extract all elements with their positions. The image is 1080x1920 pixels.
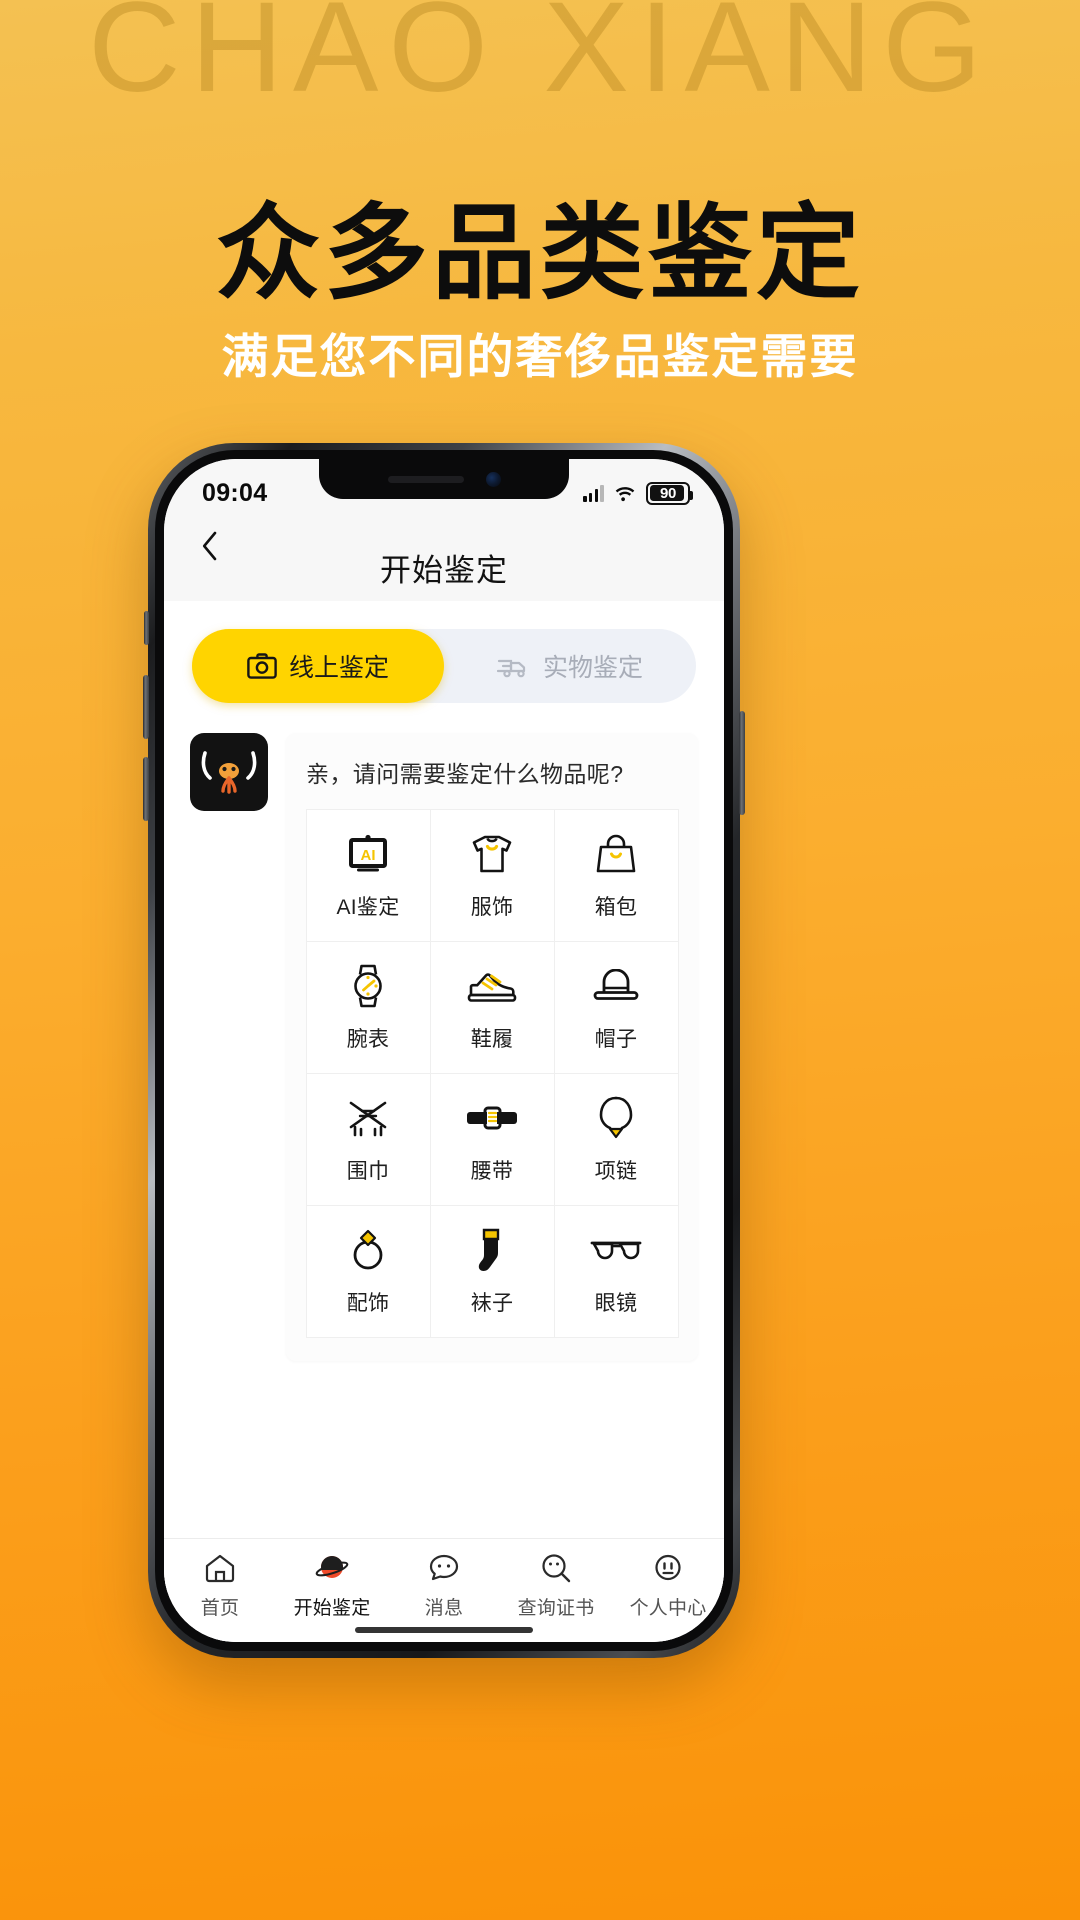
- wifi-icon: [613, 484, 637, 502]
- earpiece-speaker: [387, 475, 464, 483]
- profile-icon: [652, 1550, 684, 1586]
- tab-start-appraisal[interactable]: 开始鉴定: [276, 1550, 388, 1620]
- battery-icon: 90: [646, 481, 693, 505]
- appraisal-mode-segmented-control: 线上鉴定 实物鉴定: [192, 629, 696, 703]
- tab-label: 个人中心: [629, 1598, 707, 1619]
- page-content: 线上鉴定 实物鉴定 亲，请问需要鉴定什么物品呢? AI AI鉴定 服饰 箱包 腕…: [164, 601, 724, 1642]
- tab-home[interactable]: 首页: [164, 1550, 276, 1620]
- certificate-icon: [540, 1550, 572, 1586]
- promo-subheadline: 满足您不同的奢侈品鉴定需要: [221, 330, 859, 383]
- tab-label: 开始鉴定: [293, 1598, 371, 1619]
- status-time: 09:04: [202, 478, 268, 507]
- tab-online-appraisal-label: 线上鉴定: [288, 654, 389, 682]
- sneaker-icon: [463, 961, 521, 1011]
- tab-physical-appraisal-label: 实物鉴定: [542, 654, 643, 682]
- category-glasses[interactable]: 眼镜: [553, 1204, 679, 1338]
- glasses-icon: [587, 1225, 645, 1275]
- assistant-message-row: 亲，请问需要鉴定什么物品呢? AI AI鉴定 服饰 箱包 腕表 鞋履 帽子 围巾…: [190, 733, 698, 1538]
- category-apparel[interactable]: 服饰: [429, 808, 555, 942]
- category-shoes[interactable]: 鞋履: [429, 940, 555, 1074]
- volume-up-button: [143, 675, 149, 739]
- svg-text:AI: AI: [361, 847, 376, 864]
- tab-profile[interactable]: 个人中心: [612, 1550, 724, 1620]
- category-hats[interactable]: 帽子: [553, 940, 679, 1074]
- status-indicators: 90: [583, 481, 693, 505]
- tab-label: 首页: [200, 1598, 240, 1619]
- tab-label: 消息: [424, 1598, 464, 1619]
- power-button: [739, 711, 745, 815]
- brand-watermark: CHAO XIANG: [88, 0, 992, 119]
- volume-down-button: [143, 757, 149, 821]
- category-socks[interactable]: 袜子: [429, 1204, 555, 1338]
- mascot-avatar-icon: [201, 751, 257, 794]
- category-necklaces[interactable]: 项链: [553, 1072, 679, 1206]
- handbag-icon: [587, 829, 645, 879]
- front-camera: [485, 471, 501, 487]
- phone-bezel: 09:04 90 开始鉴定 线上鉴定 实物鉴定 亲，请问需要鉴定什么物品呢? A…: [155, 450, 733, 1651]
- sock-icon: [463, 1225, 521, 1275]
- category-label: 腕表: [346, 1028, 390, 1051]
- belt-icon: [463, 1093, 521, 1143]
- tab-physical-appraisal[interactable]: 实物鉴定: [444, 629, 696, 703]
- category-label: 袜子: [470, 1292, 514, 1315]
- status-bar: 09:04 90: [164, 459, 724, 521]
- cellular-signal-icon: [583, 484, 604, 502]
- category-label: 服饰: [470, 896, 514, 919]
- tab-online-appraisal[interactable]: 线上鉴定: [192, 629, 444, 703]
- scarf-icon: [339, 1093, 397, 1143]
- category-label: 项链: [594, 1160, 638, 1183]
- page-title: 开始鉴定: [380, 552, 508, 588]
- category-label: 眼镜: [594, 1292, 638, 1315]
- avatar: [190, 733, 268, 811]
- category-label: 配饰: [346, 1292, 390, 1315]
- category-label: 腰带: [470, 1160, 514, 1183]
- tshirt-icon: [463, 829, 521, 879]
- back-button[interactable]: [186, 523, 232, 569]
- tab-messages[interactable]: 消息: [388, 1550, 500, 1620]
- watch-icon: [339, 961, 397, 1011]
- tab-label: 查询证书: [517, 1598, 595, 1619]
- category-ai-appraisal[interactable]: AI AI鉴定: [305, 808, 431, 942]
- category-label: AI鉴定: [336, 896, 400, 919]
- category-label: 箱包: [594, 896, 638, 919]
- silent-switch: [144, 611, 149, 645]
- app-navbar: 开始鉴定: [164, 521, 724, 601]
- camera-icon: [247, 653, 277, 679]
- home-indicator: [355, 1627, 533, 1633]
- hat-icon: [587, 961, 645, 1011]
- assistant-question: 亲，请问需要鉴定什么物品呢?: [306, 761, 624, 787]
- battery-level-text: 90: [659, 484, 677, 502]
- category-belts[interactable]: 腰带: [429, 1072, 555, 1206]
- category-grid: AI AI鉴定 服饰 箱包 腕表 鞋履 帽子 围巾 腰带 项链 配饰 袜子 眼镜: [305, 808, 679, 1338]
- promo-headline: 众多品类鉴定: [215, 196, 864, 312]
- necklace-icon: [587, 1093, 645, 1143]
- category-scarves[interactable]: 围巾: [305, 1072, 431, 1206]
- ai-board-icon: AI: [339, 829, 397, 879]
- phone-screen: 09:04 90 开始鉴定 线上鉴定 实物鉴定 亲，请问需要鉴定什么物品呢? A…: [164, 459, 724, 1642]
- category-watches[interactable]: 腕表: [305, 940, 431, 1074]
- category-accessories[interactable]: 配饰: [305, 1204, 431, 1338]
- assistant-message-bubble: 亲，请问需要鉴定什么物品呢? AI AI鉴定 服饰 箱包 腕表 鞋履 帽子 围巾…: [286, 733, 698, 1361]
- home-icon: [204, 1550, 236, 1586]
- phone-notch: [319, 459, 569, 499]
- appraisal-icon: [315, 1550, 349, 1586]
- category-label: 帽子: [594, 1028, 638, 1051]
- message-icon: [428, 1550, 460, 1586]
- tab-certificate-lookup[interactable]: 查询证书: [500, 1550, 612, 1620]
- phone-mockup: 09:04 90 开始鉴定 线上鉴定 实物鉴定 亲，请问需要鉴定什么物品呢? A…: [143, 443, 745, 1658]
- category-label: 围巾: [346, 1160, 390, 1183]
- category-label: 鞋履: [470, 1028, 514, 1051]
- truck-icon: [496, 659, 526, 678]
- category-bags[interactable]: 箱包: [553, 808, 679, 942]
- ring-icon: [339, 1225, 397, 1275]
- chevron-left-icon: [202, 531, 216, 561]
